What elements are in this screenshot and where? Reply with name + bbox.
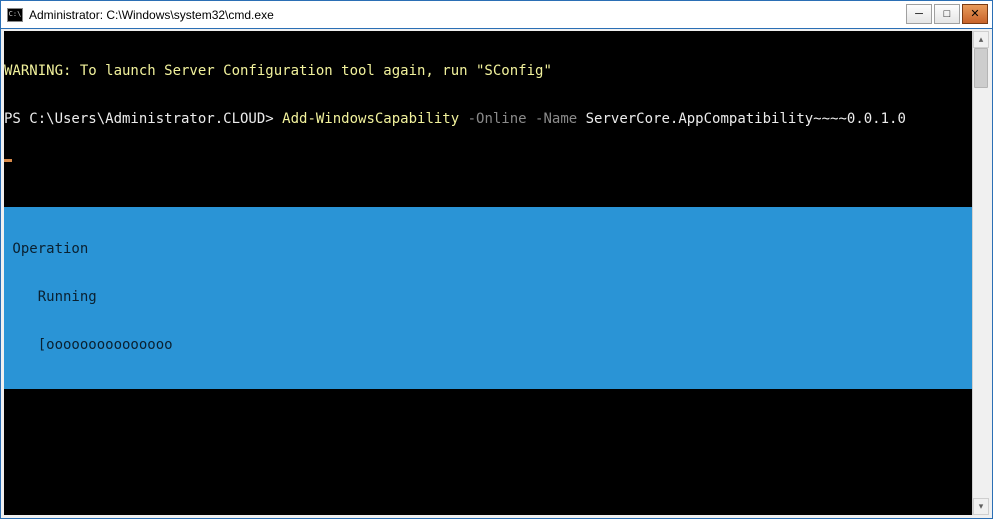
- cmd-param-online: -Online: [468, 111, 535, 127]
- terminal[interactable]: WARNING: To launch Server Configuration …: [4, 31, 972, 515]
- vertical-scrollbar[interactable]: ▴ ▾: [972, 31, 989, 515]
- cmd-window: Administrator: C:\Windows\system32\cmd.e…: [0, 0, 993, 519]
- window-controls: ─ □ ✕: [906, 1, 992, 28]
- ps-prompt: PS C:\Users\Administrator.CLOUD>: [4, 111, 282, 127]
- progress-block: Operation Running [ooooooooooooooo ]: [4, 207, 972, 389]
- cmd-param-name: -Name: [535, 111, 586, 127]
- maximize-button[interactable]: □: [934, 4, 960, 24]
- warning-text: WARNING: To launch Server Configuration …: [4, 63, 552, 79]
- cmd-value: ServerCore.AppCompatibility~~~~0.0.1.0: [586, 111, 906, 127]
- scroll-down-button[interactable]: ▾: [973, 498, 989, 515]
- cmdlet-name: Add-WindowsCapability: [282, 111, 467, 127]
- client-area: WARNING: To launch Server Configuration …: [1, 29, 992, 518]
- scroll-track[interactable]: [973, 48, 989, 498]
- scroll-up-button[interactable]: ▴: [973, 31, 989, 48]
- close-button[interactable]: ✕: [962, 4, 988, 24]
- titlebar[interactable]: Administrator: C:\Windows\system32\cmd.e…: [1, 1, 992, 29]
- progress-bar: [ooooooooooooooo ]: [4, 337, 972, 353]
- progress-label: Operation: [4, 241, 972, 257]
- minimize-button[interactable]: ─: [906, 4, 932, 24]
- cursor-icon: [4, 159, 12, 162]
- scroll-thumb[interactable]: [974, 48, 988, 88]
- progress-status: Running: [4, 289, 972, 305]
- window-title: Administrator: C:\Windows\system32\cmd.e…: [29, 8, 906, 22]
- cmd-icon: [7, 8, 23, 22]
